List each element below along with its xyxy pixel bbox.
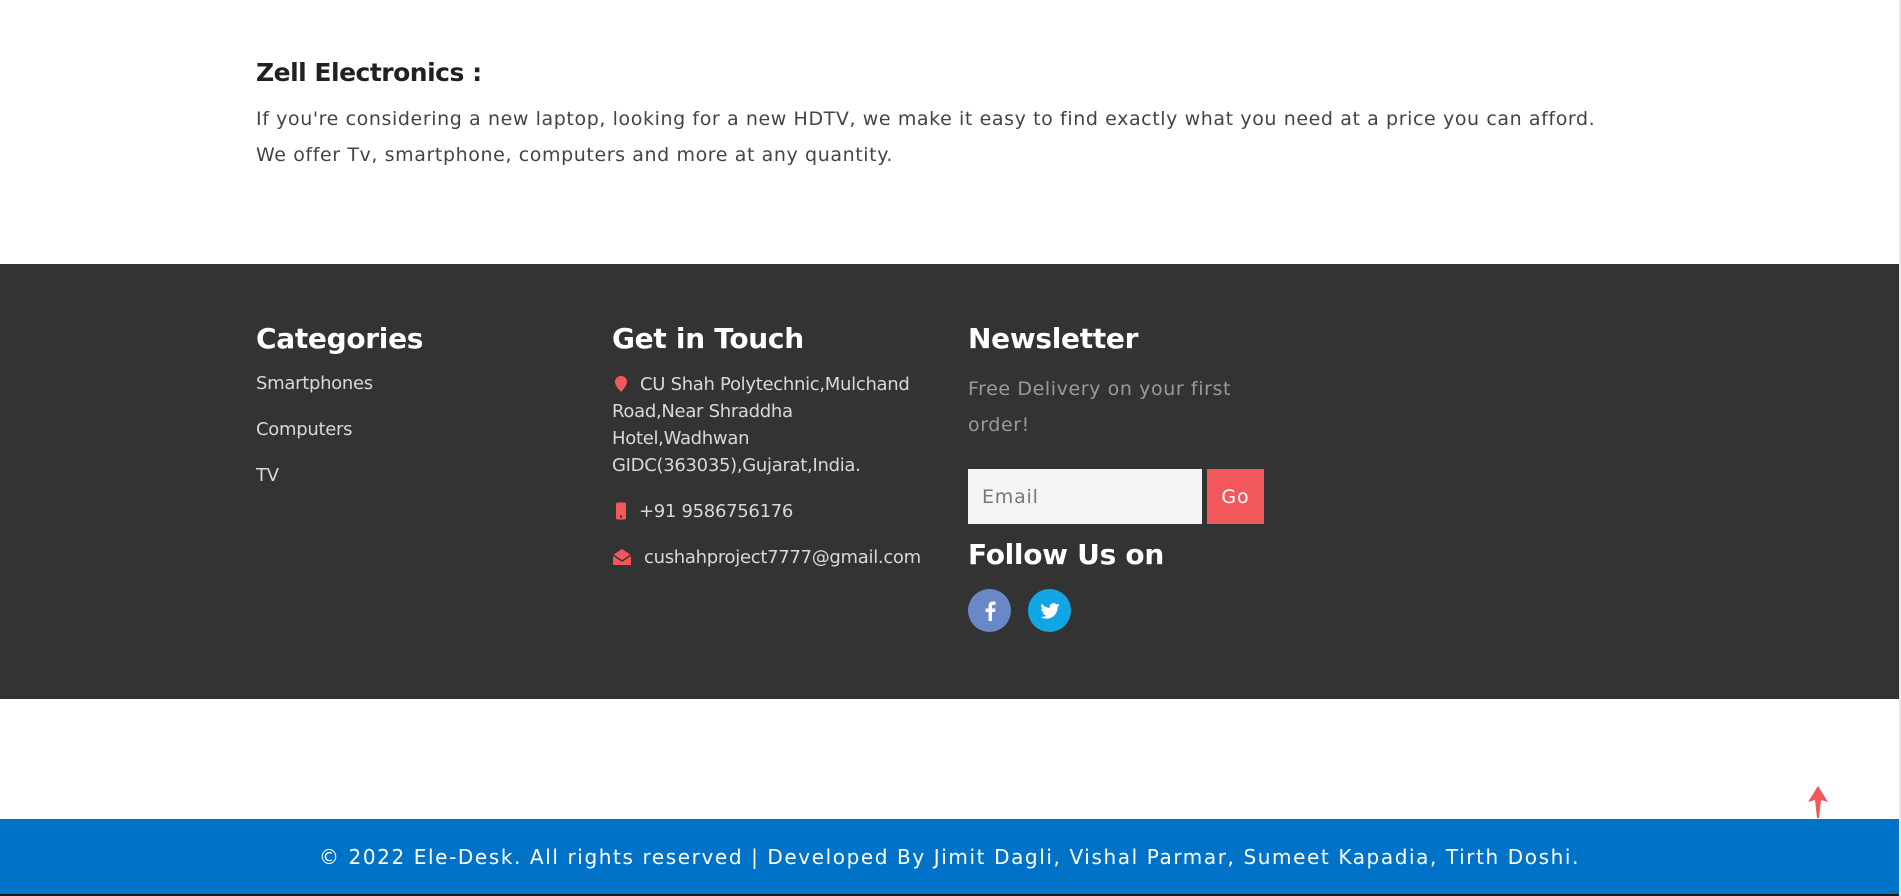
twitter-icon — [1039, 602, 1060, 619]
mobile-phone-icon — [612, 501, 630, 520]
facebook-icon — [985, 601, 996, 621]
follow-title: Follow Us on — [968, 538, 1164, 571]
copyright-text: © 2022 Ele-Desk. All rights reserved | D… — [318, 844, 1581, 869]
about-title: Zell Electronics : — [256, 58, 482, 87]
category-link-tv[interactable]: TV — [256, 463, 576, 489]
categories-title: Categories — [256, 322, 424, 355]
contact-address-text: CU Shah Polytechnic,Mulchand Road,Near S… — [612, 374, 910, 476]
contact-column: Get in Touch CU Shah Polytechnic,Mulchan… — [612, 322, 932, 590]
category-link-smartphones[interactable]: Smartphones — [256, 371, 576, 397]
facebook-button[interactable] — [968, 589, 1011, 632]
copyright-bar: © 2022 Ele-Desk. All rights reserved | D… — [0, 819, 1899, 896]
page: Zell Electronics : If you're considering… — [0, 0, 1901, 896]
newsletter-text: Free Delivery on your first order! — [968, 378, 1232, 436]
arrow-up-icon — [1808, 786, 1828, 818]
map-marker-icon — [612, 374, 630, 392]
newsletter-title: Newsletter — [968, 322, 1139, 355]
contact-address: CU Shah Polytechnic,Mulchand Road,Near S… — [612, 371, 932, 479]
about-text: If you're considering a new laptop, look… — [256, 108, 1596, 166]
footer: Categories Smartphones Computers TV Get … — [0, 264, 1899, 699]
category-link-computers[interactable]: Computers — [256, 417, 576, 443]
go-button[interactable]: Go — [1207, 469, 1264, 524]
back-to-top-button[interactable] — [1806, 784, 1830, 820]
envelope-open-icon — [612, 547, 632, 565]
contact-phone-text[interactable]: +91 9586756176 — [639, 501, 793, 522]
contact-email-text[interactable]: cushahproject7777@gmail.com — [644, 547, 921, 568]
twitter-button[interactable] — [1028, 589, 1071, 632]
contact-email: cushahproject7777@gmail.com — [612, 544, 932, 571]
newsletter-column: Newsletter Free Delivery on your first o… — [968, 322, 1288, 632]
contact-phone: +91 9586756176 — [612, 498, 932, 525]
social-links — [968, 589, 1288, 632]
categories-column: Categories Smartphones Computers TV — [256, 322, 576, 509]
contact-title: Get in Touch — [612, 322, 804, 355]
email-input[interactable] — [968, 469, 1202, 524]
newsletter-form: Go — [968, 469, 1288, 524]
about-section: Zell Electronics : If you're considering… — [256, 58, 1616, 173]
categories-list: Smartphones Computers TV — [256, 371, 576, 489]
